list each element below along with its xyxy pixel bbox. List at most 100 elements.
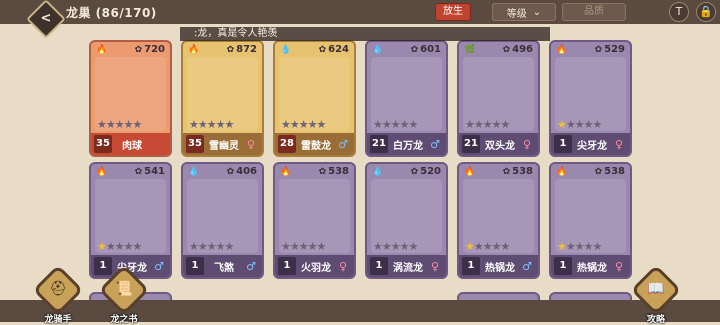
nav-rider[interactable]: ⛑ 龙骑手 bbox=[30, 264, 86, 325]
star-icon: ★ bbox=[583, 118, 594, 131]
star-icon: ★ bbox=[206, 240, 217, 253]
card-footer: 35 肉球 bbox=[91, 133, 170, 155]
nav-guide[interactable]: 📖 攻略 bbox=[628, 264, 684, 325]
star-icon: ★ bbox=[281, 118, 291, 131]
dragon-card[interactable]: 💧 ✿ 520 ★★★★★ 1 涡流龙 ♀ bbox=[365, 162, 448, 279]
dragon-card[interactable]: 🔥 ✿ 538 ★★★★★ 1 火羽龙 ♀ bbox=[273, 162, 356, 279]
toast-message: :龙，真是令人艳羡 bbox=[180, 27, 550, 41]
power-number: 720 bbox=[144, 44, 165, 55]
star-icon: ★ bbox=[399, 240, 410, 253]
star-rating: ★★★★★ bbox=[189, 240, 235, 253]
dragon-card[interactable]: 🔥 ✿ 872 ★★★★★ 35 雪幽灵 ♀ bbox=[181, 40, 264, 157]
dragon-card[interactable]: 🔥 ✿ 529 ★★★★★ 1 尖牙龙 ♀ bbox=[549, 40, 632, 157]
star-rating: ★★★★★ bbox=[281, 240, 327, 253]
power-value: ✿ 720 bbox=[135, 44, 165, 55]
star-icon: ★ bbox=[583, 240, 594, 253]
card-header: 🔥 ✿ 872 bbox=[183, 42, 262, 57]
power-value: ✿ 538 bbox=[503, 166, 533, 177]
power-number: 538 bbox=[604, 166, 625, 177]
star-icon: ★ bbox=[390, 118, 401, 131]
gender-icon: ♂ bbox=[430, 137, 440, 151]
gender-icon: ♀ bbox=[614, 259, 624, 273]
star-icon: ★ bbox=[592, 240, 603, 253]
dragon-card[interactable]: 🔥 ✿ 720 ★★★★★ 35 肉球 bbox=[89, 40, 172, 157]
star-rating: ★★★★★ bbox=[373, 240, 419, 253]
chevron-down-icon: ⌄ bbox=[532, 6, 542, 18]
power-value: ✿ 538 bbox=[319, 166, 349, 177]
element-icon: 🔥 bbox=[96, 166, 108, 177]
gender-icon: ♂ bbox=[154, 259, 164, 273]
star-icon: ★ bbox=[565, 240, 576, 253]
power-value: ✿ 624 bbox=[319, 44, 349, 55]
release-button[interactable]: 放生 bbox=[435, 3, 471, 21]
dragon-card[interactable]: 🔥 ✿ 541 ★★★★★ 1 尖牙龙 ♂ bbox=[89, 162, 172, 279]
level-badge: 1 bbox=[554, 257, 572, 275]
star-icon: ★ bbox=[482, 240, 493, 253]
dragon-name: 肉球 bbox=[122, 140, 142, 152]
dragon-card[interactable]: 🔥 ✿ 538 ★★★★★ 1 热锅龙 ♂ bbox=[457, 162, 540, 279]
gender-icon: ♀ bbox=[522, 137, 532, 151]
filter-icon[interactable]: T bbox=[669, 2, 689, 22]
gender-icon: ♀ bbox=[338, 259, 348, 273]
card-footer: 1 热锅龙 ♀ bbox=[551, 255, 630, 277]
star-icon: ★ bbox=[565, 118, 576, 131]
dragon-card[interactable]: 🌿 ✿ 496 ★★★★★ 21 双头龙 ♀ bbox=[457, 40, 540, 157]
page-title: 龙巢 (86/170) bbox=[66, 6, 157, 20]
dragon-card[interactable]: 💧 ✿ 601 ★★★★★ 21 白万龙 ♂ bbox=[365, 40, 448, 157]
star-rating: ★★★★★ bbox=[97, 240, 142, 253]
gender-icon: ♂ bbox=[338, 137, 348, 151]
element-icon: 🔥 bbox=[464, 166, 476, 177]
gender-icon: ♂ bbox=[246, 259, 256, 273]
dragon-card[interactable]: 💧 ✿ 624 ★★★★★ 28 雷鼓龙 ♂ bbox=[273, 40, 356, 157]
card-header: 💧 ✿ 624 bbox=[275, 42, 354, 57]
dragon-card[interactable]: 🔥 ✿ 538 ★★★★★ 1 热锅龙 ♀ bbox=[549, 162, 632, 279]
power-number: 520 bbox=[420, 166, 441, 177]
star-icon: ★ bbox=[114, 240, 125, 253]
star-icon: ★ bbox=[373, 118, 383, 131]
star-icon: ★ bbox=[189, 240, 199, 253]
paw-icon: ✿ bbox=[410, 44, 419, 55]
nav-book[interactable]: 📜 龙之书 bbox=[96, 264, 152, 325]
star-icon: ★ bbox=[316, 240, 327, 253]
paw-icon: ✿ bbox=[226, 166, 235, 177]
paw-icon: ✿ bbox=[502, 44, 511, 55]
star-icon: ★ bbox=[316, 118, 327, 131]
power-number: 538 bbox=[512, 166, 533, 177]
paw-icon: ✿ bbox=[318, 44, 327, 55]
level-badge: 28 bbox=[278, 135, 296, 153]
dragon-name: 飞煞 bbox=[214, 262, 234, 274]
power-number: 529 bbox=[604, 44, 625, 55]
element-icon: 🌿 bbox=[464, 44, 476, 55]
level-badge: 1 bbox=[186, 257, 204, 275]
star-rating: ★★★★★ bbox=[465, 118, 510, 131]
star-icon: ★ bbox=[473, 118, 484, 131]
card-header: 💧 ✿ 406 bbox=[183, 164, 262, 179]
viking-helmet-icon: ⛑ bbox=[49, 281, 67, 297]
gender-icon: ♂ bbox=[522, 259, 532, 273]
dragon-name: 热锅龙 bbox=[577, 262, 607, 274]
power-value: ✿ 538 bbox=[595, 166, 625, 177]
star-icon: ★ bbox=[491, 118, 502, 131]
star-icon: ★ bbox=[224, 240, 235, 253]
sort-dropdown[interactable]: 等级 ⌄ bbox=[492, 3, 556, 21]
star-icon: ★ bbox=[381, 118, 392, 131]
element-icon: 🔥 bbox=[280, 166, 292, 177]
lock-icon[interactable]: 🔒 bbox=[696, 2, 716, 22]
star-icon: ★ bbox=[97, 240, 107, 253]
paw-icon: ✿ bbox=[134, 166, 143, 177]
card-footer: 21 双头龙 ♀ bbox=[459, 133, 538, 155]
card-header: 💧 ✿ 520 bbox=[367, 164, 446, 179]
card-footer: 1 火羽龙 ♀ bbox=[275, 255, 354, 277]
paw-icon: ✿ bbox=[594, 166, 603, 177]
dragon-card[interactable]: 💧 ✿ 406 ★★★★★ 1 飞煞 ♂ bbox=[181, 162, 264, 279]
power-number: 496 bbox=[512, 44, 533, 55]
card-header: 🔥 ✿ 529 bbox=[551, 42, 630, 57]
level-badge: 35 bbox=[186, 135, 204, 153]
star-icon: ★ bbox=[408, 240, 419, 253]
star-icon: ★ bbox=[289, 240, 300, 253]
power-number: 538 bbox=[328, 166, 349, 177]
star-icon: ★ bbox=[390, 240, 401, 253]
quality-dropdown[interactable]: 品质 bbox=[562, 3, 626, 21]
element-icon: 💧 bbox=[372, 44, 384, 55]
card-header: 🔥 ✿ 538 bbox=[551, 164, 630, 179]
